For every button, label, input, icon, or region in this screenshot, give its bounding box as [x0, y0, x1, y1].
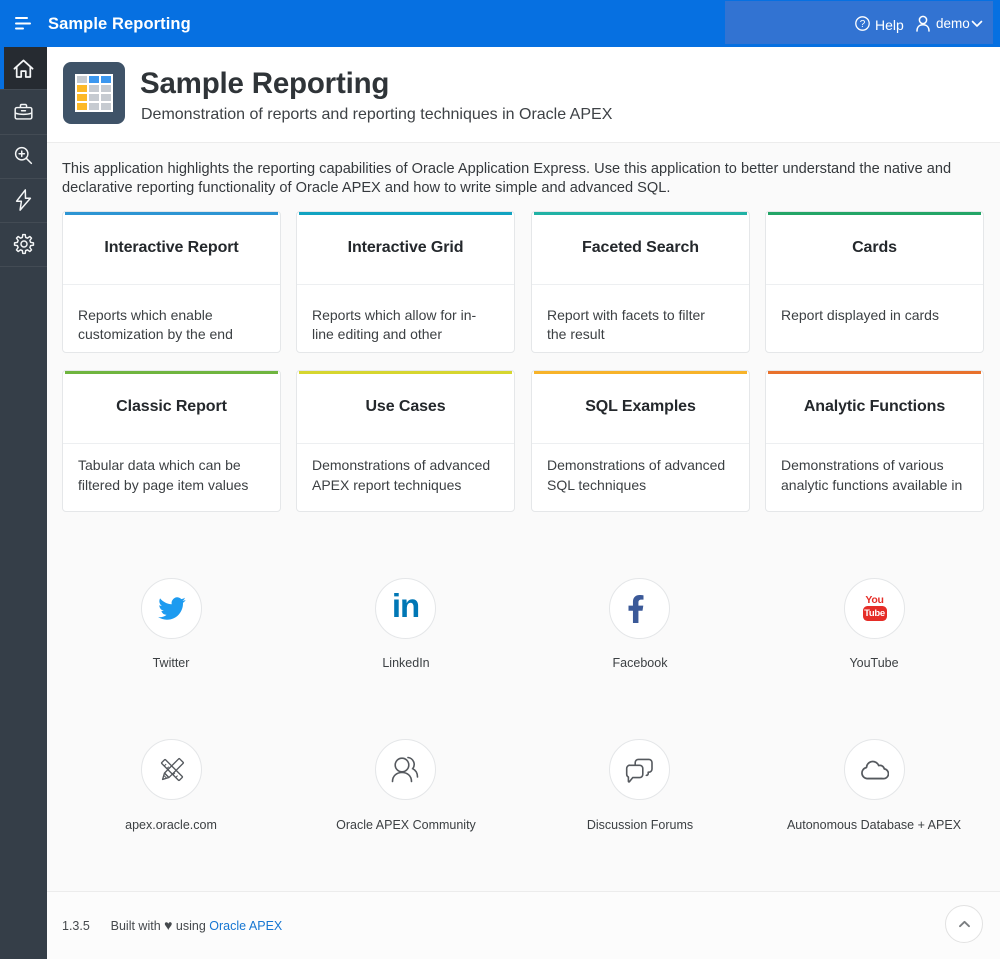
svg-text:?: ? — [860, 19, 866, 30]
